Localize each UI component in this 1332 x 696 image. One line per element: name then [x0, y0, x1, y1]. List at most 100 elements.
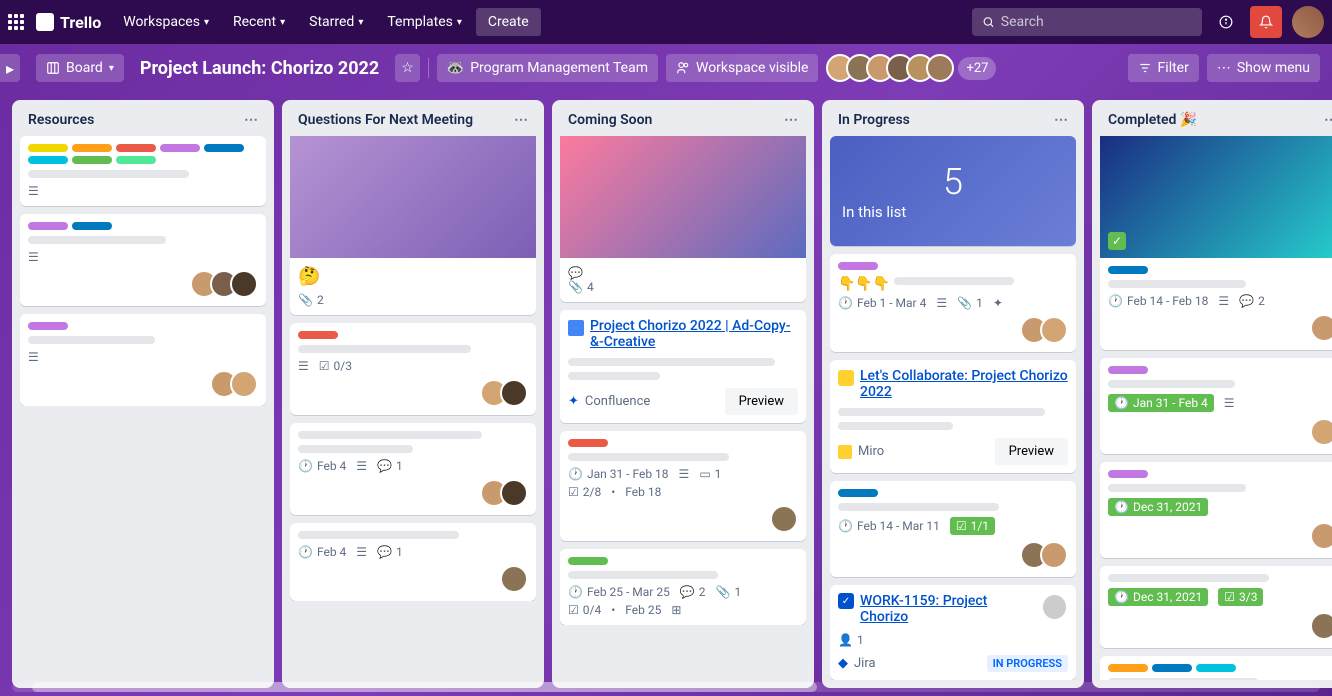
filter-button[interactable]: Filter [1128, 54, 1199, 82]
team-chip[interactable]: 🦝Program Management Team [437, 54, 658, 82]
board-icon [46, 61, 60, 75]
card[interactable]: Project Chorizo 2022 | Ad-Copy-&-Creativ… [560, 310, 806, 423]
list-coming-soon: Coming Soon ⋯ 💬 📎 4 Project Chorizo 2022 … [552, 100, 814, 688]
horizontal-scrollbar[interactable] [12, 682, 1320, 692]
brand-text: Trello [60, 13, 101, 32]
card-cover [290, 136, 536, 258]
list-title[interactable]: Resources [28, 112, 94, 128]
checkbox-icon: ✓ [838, 593, 854, 609]
card[interactable]: ☰ [20, 136, 266, 206]
list-menu-icon[interactable]: ⋯ [1324, 112, 1332, 128]
nav-recent[interactable]: Recent▾ [223, 8, 295, 36]
members-badge: 👤 1 [838, 633, 864, 647]
card-stats[interactable]: 5 In this list [830, 136, 1076, 246]
visibility-chip[interactable]: Workspace visible [666, 54, 818, 82]
notifications-icon[interactable] [1250, 6, 1282, 38]
description-icon: ☰ [28, 250, 39, 264]
board-canvas: Resources⋯ ☰ ☰ ☰ Questions For Next Me [0, 92, 1332, 696]
search-input[interactable] [1001, 14, 1192, 30]
confluence-icon: ✦ [993, 296, 1003, 310]
checklist-done-badge: ☑ 1/1 [950, 517, 995, 535]
nav-workspaces[interactable]: Workspaces▾ [113, 8, 219, 36]
card[interactable]: 👇👇👇 🕐 Feb 1 - Mar 4☰📎 1✦ [830, 254, 1076, 352]
attachment-icon: 📎 2 [298, 293, 324, 307]
stat-label: In this list [830, 203, 906, 221]
scrollbar-thumb[interactable] [32, 682, 817, 692]
list-completed: Completed 🎉 ⋯ ✓ 🕐 Feb 14 - Feb 18☰💬 2 🕐 J… [1092, 100, 1332, 688]
list-menu-icon[interactable]: ⋯ [514, 112, 528, 128]
card[interactable]: 🕐 Feb 25 - Mar 25💬 2📎 1 ☑ 0/4•Feb 25⊞ [560, 549, 806, 625]
star-button[interactable]: ☆ [395, 54, 420, 82]
card[interactable]: ✓ WORK-1159: Project Chorizo 👤 1 ◆Jira I… [830, 585, 1076, 680]
board-view-switcher[interactable]: Board▾ [36, 54, 124, 82]
create-button[interactable]: Create [476, 8, 541, 36]
user-avatar[interactable] [1292, 6, 1324, 38]
trello-icon: ⊞ [671, 603, 681, 617]
list-title[interactable]: Coming Soon [568, 112, 652, 128]
card-emoji: 🤔 [298, 266, 528, 287]
card[interactable]: 🤔 📎 2 [290, 136, 536, 315]
card-cover [560, 136, 806, 258]
card[interactable]: 🕐 Jan 31 - Feb 18☰▭ 1 ☑ 2/8•Feb 18 [560, 431, 806, 541]
card[interactable]: 🕐 Jan 31 - Feb 4☰ [1100, 358, 1332, 454]
stat-number: 5 [943, 161, 963, 203]
nav-starred[interactable]: Starred▾ [299, 8, 373, 36]
description-icon: ☰ [28, 350, 39, 364]
card[interactable]: 🕐 Feb 4☰💬 1 [290, 423, 536, 515]
app-source: ✦Confluence [568, 394, 650, 409]
checklist-badge: ☑ 0/3 [319, 359, 352, 373]
list-title[interactable]: In Progress [838, 112, 910, 128]
status-badge: IN PROGRESS [987, 655, 1068, 672]
filter-icon [1138, 61, 1152, 75]
info-icon[interactable] [1210, 6, 1242, 38]
people-icon [676, 61, 690, 75]
trello-icon [36, 13, 54, 31]
apps-switcher-icon[interactable] [8, 14, 24, 30]
card[interactable]: ☰☑ 0/3 [290, 323, 536, 415]
more-members-count[interactable]: +27 [958, 57, 996, 80]
list-menu-icon[interactable]: ⋯ [244, 112, 258, 128]
card[interactable]: ✓ 🕐 Feb 14 - Feb 18☰💬 2 [1100, 136, 1332, 350]
list-title[interactable]: Completed 🎉 [1108, 112, 1197, 128]
list-questions: Questions For Next Meeting ⋯ 🤔 📎 2 ☰☑ 0/3… [282, 100, 544, 688]
sidebar-expand-icon[interactable]: ▸ [0, 54, 20, 82]
card-link-title[interactable]: WORK-1159: Project Chorizo [860, 593, 1035, 625]
preview-button[interactable]: Preview [725, 388, 798, 415]
check-icon: ✓ [1108, 232, 1126, 250]
card[interactable]: 🕐 Feb 4☰💬 1 [290, 523, 536, 601]
search-box[interactable] [972, 8, 1202, 36]
list-in-progress: In Progress ⋯ 5 In this list 👇👇👇 🕐 Feb 1 … [822, 100, 1084, 688]
description-icon: ☰ [28, 184, 39, 198]
preview-button[interactable]: Preview [995, 438, 1068, 465]
trello-logo[interactable]: Trello [36, 13, 101, 32]
comments-badge: 💬 1 [377, 459, 403, 473]
board-members[interactable]: +27 [826, 54, 996, 82]
date-badge: 🕐 Feb 4 [298, 459, 346, 473]
nav-templates[interactable]: Templates▾ [377, 8, 472, 36]
card-emoji: 👇👇👇 [838, 276, 890, 292]
card[interactable]: ☰ [20, 314, 266, 406]
doc-icon [568, 320, 584, 336]
card-link-title[interactable]: Project Chorizo 2022 | Ad-Copy-&-Creativ… [590, 318, 798, 350]
card-cover: ✓ [1100, 136, 1332, 258]
show-menu-button[interactable]: ⋯ Show menu [1207, 54, 1320, 82]
card-link-title[interactable]: Let's Collaborate: Project Chorizo 2022 [860, 368, 1068, 400]
list-menu-icon[interactable]: ⋯ [784, 112, 798, 128]
card[interactable]: Let's Collaborate: Project Chorizo 2022 … [830, 360, 1076, 473]
boardbar: ▸ Board▾ Project Launch: Chorizo 2022 ☆ … [0, 44, 1332, 92]
card[interactable]: 🕐 Feb 14 - Mar 11☑ 1/1 [830, 481, 1076, 577]
card[interactable]: 🕐 Dec 17, 2021💬 1☑ 3/3 [1100, 656, 1332, 680]
board-title[interactable]: Project Launch: Chorizo 2022 [140, 58, 379, 79]
list-menu-icon[interactable]: ⋯ [1054, 112, 1068, 128]
miro-icon [838, 370, 854, 386]
card[interactable]: 💬 📎 4 [560, 136, 806, 302]
search-icon [982, 15, 995, 29]
attachment-badge: 📎 4 [568, 280, 594, 294]
card[interactable]: 🕐 Dec 31, 2021 [1100, 462, 1332, 558]
list-title[interactable]: Questions For Next Meeting [298, 112, 473, 128]
card-cover: 5 In this list [830, 136, 1076, 246]
card[interactable]: 🕐 Dec 31, 2021☑ 3/3 [1100, 566, 1332, 648]
card[interactable]: ☰ [20, 214, 266, 306]
topbar: Trello Workspaces▾ Recent▾ Starred▾ Temp… [0, 0, 1332, 44]
list-resources: Resources ⋯ ☰ ☰ ☰ [12, 100, 274, 688]
